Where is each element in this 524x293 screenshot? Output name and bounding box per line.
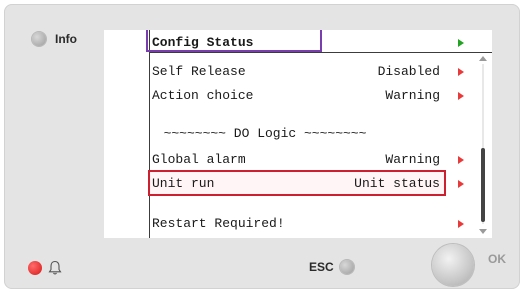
scroll-down-icon[interactable] bbox=[479, 229, 487, 234]
display-screen: Config Status Self Release Disabled Acti… bbox=[104, 30, 492, 238]
row-label: Action choice bbox=[152, 88, 254, 103]
alarm-led-icon bbox=[28, 261, 42, 275]
section-header-do-logic: ~~~~~~~~ DO Logic ~~~~~~~~ bbox=[150, 122, 476, 144]
chevron-right-icon bbox=[458, 39, 464, 47]
row-value: Warning bbox=[385, 152, 440, 167]
ok-button[interactable]: OK bbox=[432, 244, 506, 286]
chevron-right-icon bbox=[458, 68, 464, 76]
row-value: Warning bbox=[385, 88, 440, 103]
chevron-right-icon bbox=[458, 220, 464, 228]
scroll-thumb[interactable] bbox=[481, 148, 485, 222]
menu-row-restart-required[interactable]: Restart Required! bbox=[150, 212, 476, 234]
scroll-up-icon[interactable] bbox=[479, 56, 487, 61]
chevron-right-icon bbox=[458, 92, 464, 100]
menu-row-unit-run[interactable]: Unit run Unit status bbox=[150, 172, 476, 194]
menu-title[interactable]: Config Status bbox=[150, 31, 476, 53]
esc-indicator-icon[interactable] bbox=[339, 260, 354, 274]
menu-title-label: Config Status bbox=[152, 35, 254, 50]
chevron-right-icon bbox=[458, 156, 464, 164]
info-indicator-icon[interactable] bbox=[32, 32, 46, 46]
row-label: Restart Required! bbox=[152, 216, 285, 231]
scrollbar[interactable] bbox=[478, 56, 488, 234]
row-label: Global alarm bbox=[152, 152, 246, 167]
menu-row-global-alarm[interactable]: Global alarm Warning bbox=[150, 148, 476, 170]
esc-label: ESC bbox=[309, 260, 334, 274]
section-header-label: ~~~~~~~~ DO Logic ~~~~~~~~ bbox=[163, 126, 367, 141]
menu-row-action-choice[interactable]: Action choice Warning bbox=[150, 84, 476, 106]
row-value: Disabled bbox=[377, 64, 440, 79]
ok-label: OK bbox=[488, 252, 506, 266]
info-label: Info bbox=[55, 32, 77, 46]
ok-knob-icon[interactable] bbox=[432, 244, 474, 286]
alarm-button[interactable] bbox=[28, 260, 62, 276]
chevron-right-icon bbox=[458, 180, 464, 188]
info-button[interactable]: Info bbox=[32, 32, 77, 46]
controller-panel: Info Config Status Self Release Disabled… bbox=[4, 4, 520, 289]
menu-row-self-release[interactable]: Self Release Disabled bbox=[150, 60, 476, 82]
bell-icon[interactable] bbox=[48, 260, 62, 276]
row-label: Unit run bbox=[152, 176, 215, 191]
esc-button[interactable]: ESC bbox=[309, 260, 354, 274]
row-label: Self Release bbox=[152, 64, 246, 79]
row-value: Unit status bbox=[354, 176, 440, 191]
